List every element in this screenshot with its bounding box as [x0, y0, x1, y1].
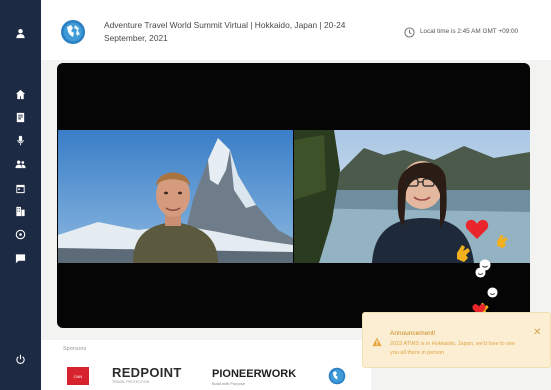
video-player[interactable]: [57, 63, 530, 328]
speaker-video-left[interactable]: [58, 130, 293, 263]
clap-reaction-icon-small: [494, 233, 510, 249]
sponsor-redpoint-tagline: TRAVEL PROTECTION: [112, 380, 150, 384]
sponsors-label: Sponsors: [63, 346, 87, 352]
local-time: Local time is 2:45 AM GMT +09:00: [420, 28, 519, 35]
sponsor-globe-icon[interactable]: [328, 367, 346, 385]
calendar-icon[interactable]: [0, 176, 41, 200]
announcement-toast: Announcement! 2023 ATWS is in Hokkaido, …: [362, 312, 551, 368]
event-title: Adventure Travel World Summit Virtual | …: [104, 20, 346, 43]
sponsors-bar: Sponsors CNN REDPOINT TRAVEL PROTECTION …: [41, 340, 371, 390]
microphone-icon[interactable]: [0, 128, 41, 152]
heart-reaction-icon: [465, 218, 489, 240]
user-icon[interactable]: [0, 21, 41, 45]
sidebar: [0, 0, 41, 390]
toast-title: Announcement!: [390, 330, 436, 337]
smile-reaction-icon-3: [487, 287, 498, 298]
sponsor-logo-redpoint[interactable]: REDPOINT: [112, 365, 182, 380]
power-icon[interactable]: [0, 347, 41, 371]
people-icon[interactable]: [0, 152, 41, 176]
clock-icon: [404, 27, 415, 38]
toast-message: 2023 ATWS is in Hokkaido, Japan, we'd lo…: [390, 341, 516, 356]
chat-icon[interactable]: [0, 246, 41, 270]
sponsor-logo-pioneerwork[interactable]: PIONEERWORK: [212, 368, 296, 380]
document-icon[interactable]: [0, 105, 41, 129]
sponsor-pioneerwork-tagline: Build with Purpose: [212, 381, 246, 386]
event-header: Adventure Travel World Summit Virtual | …: [41, 0, 551, 60]
home-icon[interactable]: [0, 82, 41, 106]
building-icon[interactable]: [0, 199, 41, 223]
help-icon[interactable]: [0, 222, 41, 246]
clap-reaction-icon: [453, 243, 473, 263]
smile-reaction-icon-2: [475, 267, 486, 278]
globe-logo-icon: [61, 20, 85, 44]
app-window: Adventure Travel World Summit Virtual | …: [0, 0, 551, 390]
sponsor-logo-red[interactable]: CNN: [67, 367, 89, 385]
warning-icon: [372, 337, 382, 347]
close-icon[interactable]: ✕: [533, 328, 541, 338]
sponsor-logo-red-text: CNN: [73, 373, 83, 379]
